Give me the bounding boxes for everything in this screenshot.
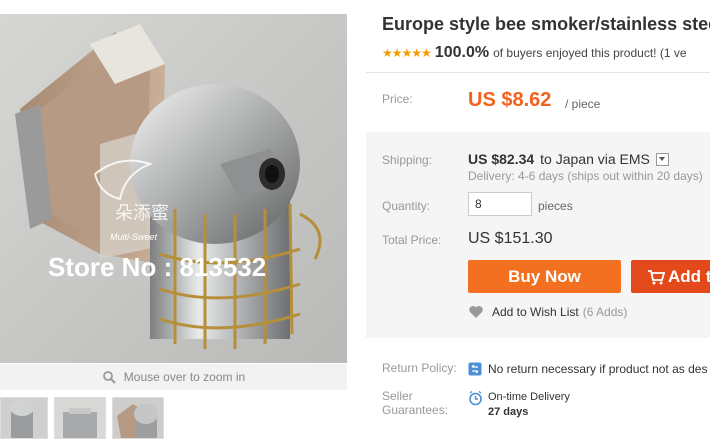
- shipping-label: Shipping:: [382, 153, 433, 167]
- watermark-store-number: Store No : 813532: [48, 252, 266, 282]
- seller-guarantees-label-line2: Guarantees:: [382, 403, 449, 417]
- rating-text: of buyers enjoyed this product! (1 ve: [493, 46, 687, 60]
- add-to-wishlist-link[interactable]: Add to Wish List (6 Adds): [468, 305, 627, 319]
- product-title: Europe style bee smoker/stainless steel …: [382, 14, 710, 34]
- buy-now-button[interactable]: Buy Now: [468, 260, 621, 293]
- total-price: US $151.30: [468, 230, 553, 247]
- alarm-clock-icon: [469, 390, 482, 406]
- zoom-hint-text: Mouse over to zoom in: [123, 370, 246, 384]
- price-label: Price:: [382, 92, 413, 106]
- return-policy-info: No return necessary if product not as de…: [468, 362, 707, 376]
- seller-guarantee: On-time Delivery 27 days: [468, 390, 570, 420]
- price-unit: / piece: [565, 97, 601, 111]
- watermark-brand: Multi-Sweet: [110, 232, 158, 242]
- shipping-dropdown-icon[interactable]: [655, 152, 669, 166]
- cart-icon: [648, 269, 665, 284]
- unit-price: US $8.62: [468, 89, 552, 111]
- thumbnail-image: [1, 398, 47, 438]
- wishlist-count: (6 Adds): [582, 305, 628, 319]
- product-main-image[interactable]: 朵添蜜 Multi-Sweet Store No : 813532: [0, 14, 347, 363]
- quantity-unit: pieces: [538, 199, 573, 213]
- thumbnail-2[interactable]: [54, 397, 106, 439]
- rating-percent: 100.0%: [434, 44, 490, 61]
- divider: [366, 72, 710, 73]
- guarantee-days: 27 days: [488, 406, 529, 418]
- delivery-estimate: Delivery: 4-6 days (ships out within 20 …: [468, 169, 703, 183]
- quantity-label: Quantity:: [382, 199, 431, 213]
- thumbnail-3[interactable]: [112, 397, 164, 439]
- shipping-option[interactable]: US $82.34 to Japan via EMS: [468, 151, 669, 167]
- bee-smoker-photo: 朵添蜜 Multi-Sweet Store No : 813532: [0, 14, 347, 363]
- return-policy-icon: [468, 362, 482, 376]
- zoom-hint-bar: Mouse over to zoom in: [0, 364, 347, 390]
- thumbnail-image: [113, 398, 163, 438]
- product-rating: ★★★★★ 100.0% of buyers enjoyed this prod…: [382, 44, 687, 62]
- total-price-label: Total Price:: [382, 233, 442, 247]
- heart-icon: [469, 306, 483, 318]
- return-policy-label: Return Policy:: [382, 361, 457, 375]
- shipping-destination: to Japan via EMS: [540, 151, 650, 167]
- return-policy-text: No return necessary if product not as de…: [488, 362, 708, 376]
- quantity-input[interactable]: [468, 192, 532, 216]
- thumbnail-1[interactable]: [0, 397, 48, 439]
- add-to-cart-label: Add t: [668, 266, 710, 286]
- seller-guarantees-label: Seller Guarantees:: [382, 389, 448, 417]
- shipping-cost: US $82.34: [468, 151, 535, 167]
- thumbnail-image: [55, 398, 105, 438]
- thumbnail-strip: [0, 397, 164, 439]
- wishlist-label: Add to Wish List: [492, 305, 579, 319]
- magnifier-icon: [102, 371, 116, 384]
- add-to-cart-button[interactable]: Add t: [631, 260, 710, 293]
- svg-text:朵添蜜: 朵添蜜: [115, 203, 169, 224]
- rating-stars-icon: ★★★★★: [382, 46, 432, 60]
- seller-guarantees-label-line1: Seller: [382, 389, 413, 403]
- guarantee-title: On-time Delivery: [488, 391, 570, 403]
